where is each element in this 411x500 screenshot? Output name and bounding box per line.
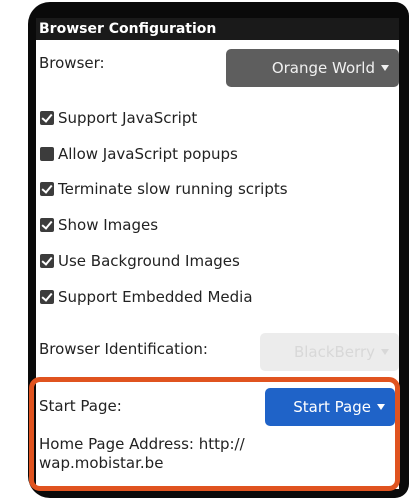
checkbox-terminate-slow-scripts[interactable]: Terminate slow running scripts (40, 178, 288, 200)
dropdown-arrow-icon (381, 348, 389, 355)
browser-label: Browser: (39, 54, 105, 72)
checkbox-show-images[interactable]: Show Images (40, 214, 158, 236)
option-label: Use Background Images (58, 252, 240, 270)
start-page-dropdown-value: Start Page (293, 398, 371, 416)
option-label: Support Embedded Media (58, 288, 253, 306)
start-page-label: Start Page: (39, 397, 122, 415)
checkbox-checked-icon (40, 181, 54, 196)
checkbox-unchecked-icon (40, 146, 54, 161)
option-label: Support JavaScript (58, 109, 198, 127)
window-title: Browser Configuration (36, 18, 399, 40)
checkbox-checked-icon (40, 217, 54, 232)
checkbox-checked-icon (40, 253, 54, 268)
option-label: Allow JavaScript popups (58, 145, 238, 163)
dropdown-arrow-icon (381, 64, 389, 71)
start-page-dropdown[interactable]: Start Page (265, 388, 395, 426)
checkbox-use-background-images[interactable]: Use Background Images (40, 250, 240, 272)
browser-identification-value: BlackBerry (293, 343, 375, 361)
checkbox-checked-icon (40, 289, 54, 304)
checkbox-checked-icon (40, 110, 54, 125)
home-page-address: Home Page Address: http:// wap.mobistar.… (39, 435, 245, 472)
browser-identification-label: Browser Identification: (39, 340, 208, 358)
option-label: Terminate slow running scripts (58, 180, 288, 198)
screen: Browser Configuration Browser: Orange Wo… (36, 18, 399, 489)
dropdown-arrow-icon (377, 403, 385, 410)
checkbox-support-javascript[interactable]: Support JavaScript (40, 107, 197, 129)
checkbox-allow-javascript-popups[interactable]: Allow JavaScript popups (40, 143, 238, 165)
option-label: Show Images (58, 216, 159, 234)
browser-dropdown[interactable]: Orange World (226, 49, 399, 87)
checkbox-support-embedded-media[interactable]: Support Embedded Media (40, 286, 253, 308)
browser-dropdown-value: Orange World (271, 59, 375, 77)
browser-identification-dropdown: BlackBerry (260, 333, 399, 371)
